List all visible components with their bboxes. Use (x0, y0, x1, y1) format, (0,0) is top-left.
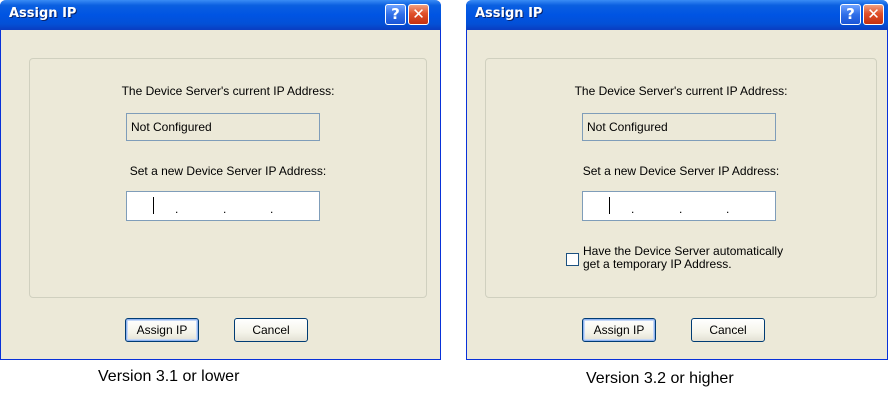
close-icon[interactable]: ✕ (408, 4, 429, 25)
assign-ip-button[interactable]: Assign IP (582, 318, 656, 342)
cancel-button[interactable]: Cancel (234, 318, 308, 342)
ip-separator: . (726, 202, 730, 216)
caption-left: Version 3.1 or lower (98, 368, 240, 385)
current-ip-label: The Device Server's current IP Address: (574, 84, 788, 98)
assign-ip-dialog-v32: Assign IP ? ✕ The Device Server's curren… (466, 0, 888, 360)
dialog-title: Assign IP (9, 6, 77, 21)
new-ip-input[interactable]: . . . (126, 191, 320, 221)
caption-right: Version 3.2 or higher (586, 370, 734, 387)
text-caret (609, 197, 610, 214)
new-ip-label: Set a new Device Server IP Address: (129, 164, 327, 178)
ip-separator: . (270, 202, 274, 216)
ip-separator: . (175, 202, 179, 216)
checkbox-label-line-2: get a temporary IP Address. (583, 257, 732, 271)
new-ip-input[interactable]: . . . (582, 191, 776, 221)
cancel-button[interactable]: Cancel (691, 318, 765, 342)
screenshot-page: Assign IP ? ✕ The Device Server's curren… (0, 0, 888, 393)
text-caret (153, 197, 154, 214)
auto-ip-checkbox[interactable] (566, 253, 579, 266)
new-ip-label: Set a new Device Server IP Address: (582, 164, 780, 178)
ip-separator: . (223, 202, 227, 216)
title-bar[interactable]: Assign IP ? ✕ (0, 0, 441, 30)
help-icon[interactable]: ? (385, 4, 406, 25)
dialog-title: Assign IP (475, 6, 543, 21)
help-icon[interactable]: ? (840, 4, 861, 25)
ip-separator: . (631, 202, 635, 216)
current-ip-field: Not Configured (126, 113, 320, 141)
title-bar[interactable]: Assign IP ? ✕ (466, 0, 888, 30)
assign-ip-button[interactable]: Assign IP (125, 318, 199, 342)
ip-separator: . (679, 202, 683, 216)
close-icon[interactable]: ✕ (863, 4, 884, 25)
assign-ip-dialog-v31: Assign IP ? ✕ The Device Server's curren… (0, 0, 441, 360)
current-ip-label: The Device Server's current IP Address: (121, 84, 335, 98)
auto-ip-checkbox-label[interactable]: Have the Device Server automatically get… (583, 245, 783, 271)
current-ip-field: Not Configured (582, 113, 776, 141)
